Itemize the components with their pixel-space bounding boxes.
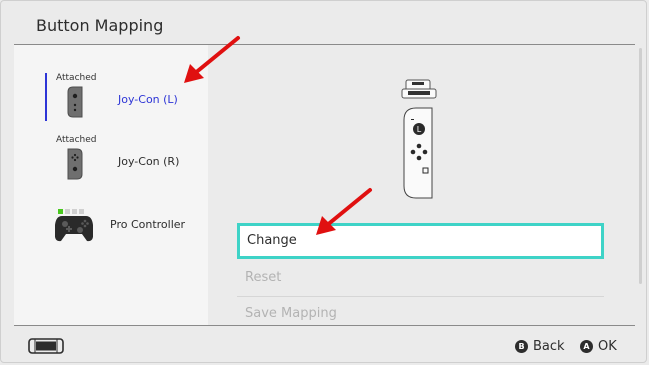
- ok-label: OK: [598, 339, 617, 354]
- joycon-right-icon: [67, 148, 83, 180]
- switch-console-icon: [28, 338, 64, 354]
- controller-item-joycon-r[interactable]: Attached Joy-Con (R): [14, 135, 208, 193]
- controller-item-joycon-l[interactable]: Attached Joy-Con (L): [14, 73, 208, 131]
- reset-button[interactable]: Reset: [237, 260, 604, 296]
- page-title: Button Mapping: [36, 16, 164, 35]
- controller-name: Pro Controller: [110, 218, 186, 231]
- a-button-icon: A: [580, 340, 593, 353]
- controller-status: Attached: [56, 73, 97, 83]
- change-button[interactable]: Change: [237, 223, 604, 259]
- stick-label: L: [417, 125, 422, 134]
- scrollbar[interactable]: [639, 48, 642, 284]
- controller-name: Joy-Con (R): [118, 155, 180, 168]
- footer-divider: [14, 325, 635, 326]
- controller-list: Attached Joy-Con (L) Attached Joy-Con (R…: [14, 45, 208, 325]
- back-hint[interactable]: B Back: [515, 339, 565, 354]
- pro-controller-icon: [55, 216, 93, 242]
- b-button-icon: B: [515, 340, 528, 353]
- save-mapping-button[interactable]: Save Mapping: [237, 296, 604, 332]
- joycon-preview-image: L: [401, 79, 437, 199]
- controller-item-pro-controller[interactable]: Pro Controller: [14, 207, 208, 265]
- annotation-arrow-icon: [316, 188, 372, 235]
- controller-name: Joy-Con (L): [118, 93, 178, 106]
- controller-status: Attached: [56, 135, 97, 145]
- ok-hint[interactable]: A OK: [580, 339, 617, 354]
- back-label: Back: [533, 339, 565, 354]
- joycon-left-icon: [67, 86, 83, 118]
- annotation-arrow-icon: [184, 36, 240, 83]
